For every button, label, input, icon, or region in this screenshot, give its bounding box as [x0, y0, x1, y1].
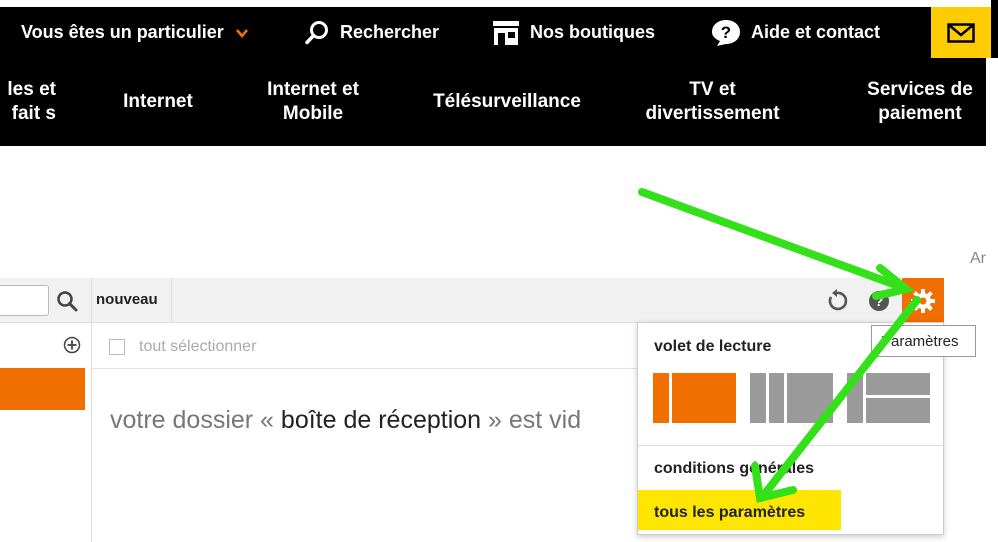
help-button[interactable]: ?: [866, 288, 892, 314]
mail-icon: [947, 22, 975, 43]
nav-line: fait s: [11, 103, 56, 124]
folder-name: boîte de réception: [280, 406, 482, 434]
question-bubble-icon: ?: [711, 19, 741, 47]
shop-icon: [492, 20, 520, 46]
dropdown-divider: [638, 445, 943, 446]
terms-link[interactable]: conditions générales: [654, 460, 814, 478]
search-icon: [57, 291, 78, 312]
customer-type-selector[interactable]: Vous êtes un particulier: [21, 7, 248, 58]
mail-search-button[interactable]: [55, 288, 79, 314]
nav-line: divertissement: [645, 103, 780, 124]
search-link-label: Rechercher: [340, 22, 440, 42]
search-icon: [304, 20, 330, 46]
arrow-to-settings: [638, 188, 908, 292]
nav-line: Internet: [123, 91, 193, 112]
search-link[interactable]: Rechercher: [304, 7, 439, 58]
nav-item-internet[interactable]: Internet: [108, 58, 208, 146]
nav-line: paiement: [878, 103, 962, 124]
nav-line: Services de: [867, 79, 973, 100]
nav-line: TV et: [689, 79, 736, 100]
all-settings-link[interactable]: tous les paramètres: [654, 504, 805, 522]
svg-text:?: ?: [721, 23, 731, 42]
nav-item-internet-mobile[interactable]: Internet et Mobile: [248, 58, 378, 146]
svg-text:?: ?: [875, 293, 884, 309]
nav-line: Télésurveillance: [433, 91, 581, 112]
nav-line: Internet et: [267, 79, 359, 100]
select-all-checkbox[interactable]: [109, 339, 125, 355]
nav-line: Mobile: [282, 103, 344, 124]
shops-link[interactable]: Nos boutiques: [492, 7, 655, 58]
nav-item-offers[interactable]: les et fait s: [0, 58, 56, 146]
edge-stripe: [991, 0, 998, 51]
refresh-button[interactable]: [824, 288, 850, 314]
empty-folder-message: votre dossier « boîte de réception » est…: [110, 406, 638, 435]
new-message-button[interactable]: nouveau: [96, 291, 158, 308]
nav-item-payment[interactable]: Services de paiement: [852, 58, 988, 146]
layout-rows-option[interactable]: [847, 373, 930, 423]
empty-prefix: votre dossier «: [110, 406, 281, 434]
help-icon: ?: [869, 291, 889, 311]
refresh-icon: [828, 289, 848, 311]
plus-circle-icon: [63, 336, 81, 354]
nav-line: les et: [7, 79, 56, 100]
select-all-label: tout sélectionner: [139, 338, 257, 355]
empty-suffix: » est vid: [481, 406, 582, 434]
toolbar-divider: [171, 278, 172, 323]
settings-button[interactable]: [902, 278, 944, 323]
main-nav: les et fait s Internet Internet et Mobile …: [0, 58, 986, 146]
customer-type-label: Vous êtes un particulier: [21, 22, 224, 42]
settings-tooltip: Paramètres: [871, 325, 976, 357]
sidebar-item-inbox[interactable]: [0, 368, 85, 410]
truncated-link[interactable]: Ar: [970, 250, 986, 268]
nav-item-telesurveillance[interactable]: Télésurveillance: [420, 58, 594, 146]
layout-columns-option[interactable]: [750, 373, 833, 423]
help-contact-label: Aide et contact: [751, 22, 881, 42]
mail-search-input[interactable]: [0, 285, 49, 316]
add-folder-button[interactable]: [62, 335, 82, 355]
layout-left-option[interactable]: [653, 373, 736, 423]
mail-button[interactable]: [931, 7, 991, 58]
help-contact-link[interactable]: ? Aide et contact: [711, 7, 880, 58]
reading-pane-title: volet de lecture: [654, 338, 772, 355]
shops-link-label: Nos boutiques: [530, 22, 655, 42]
column-divider: [91, 278, 92, 542]
nav-item-tv[interactable]: TV et divertissement: [630, 58, 795, 146]
chevron-down-icon: [235, 28, 248, 38]
gear-icon: [911, 288, 935, 313]
